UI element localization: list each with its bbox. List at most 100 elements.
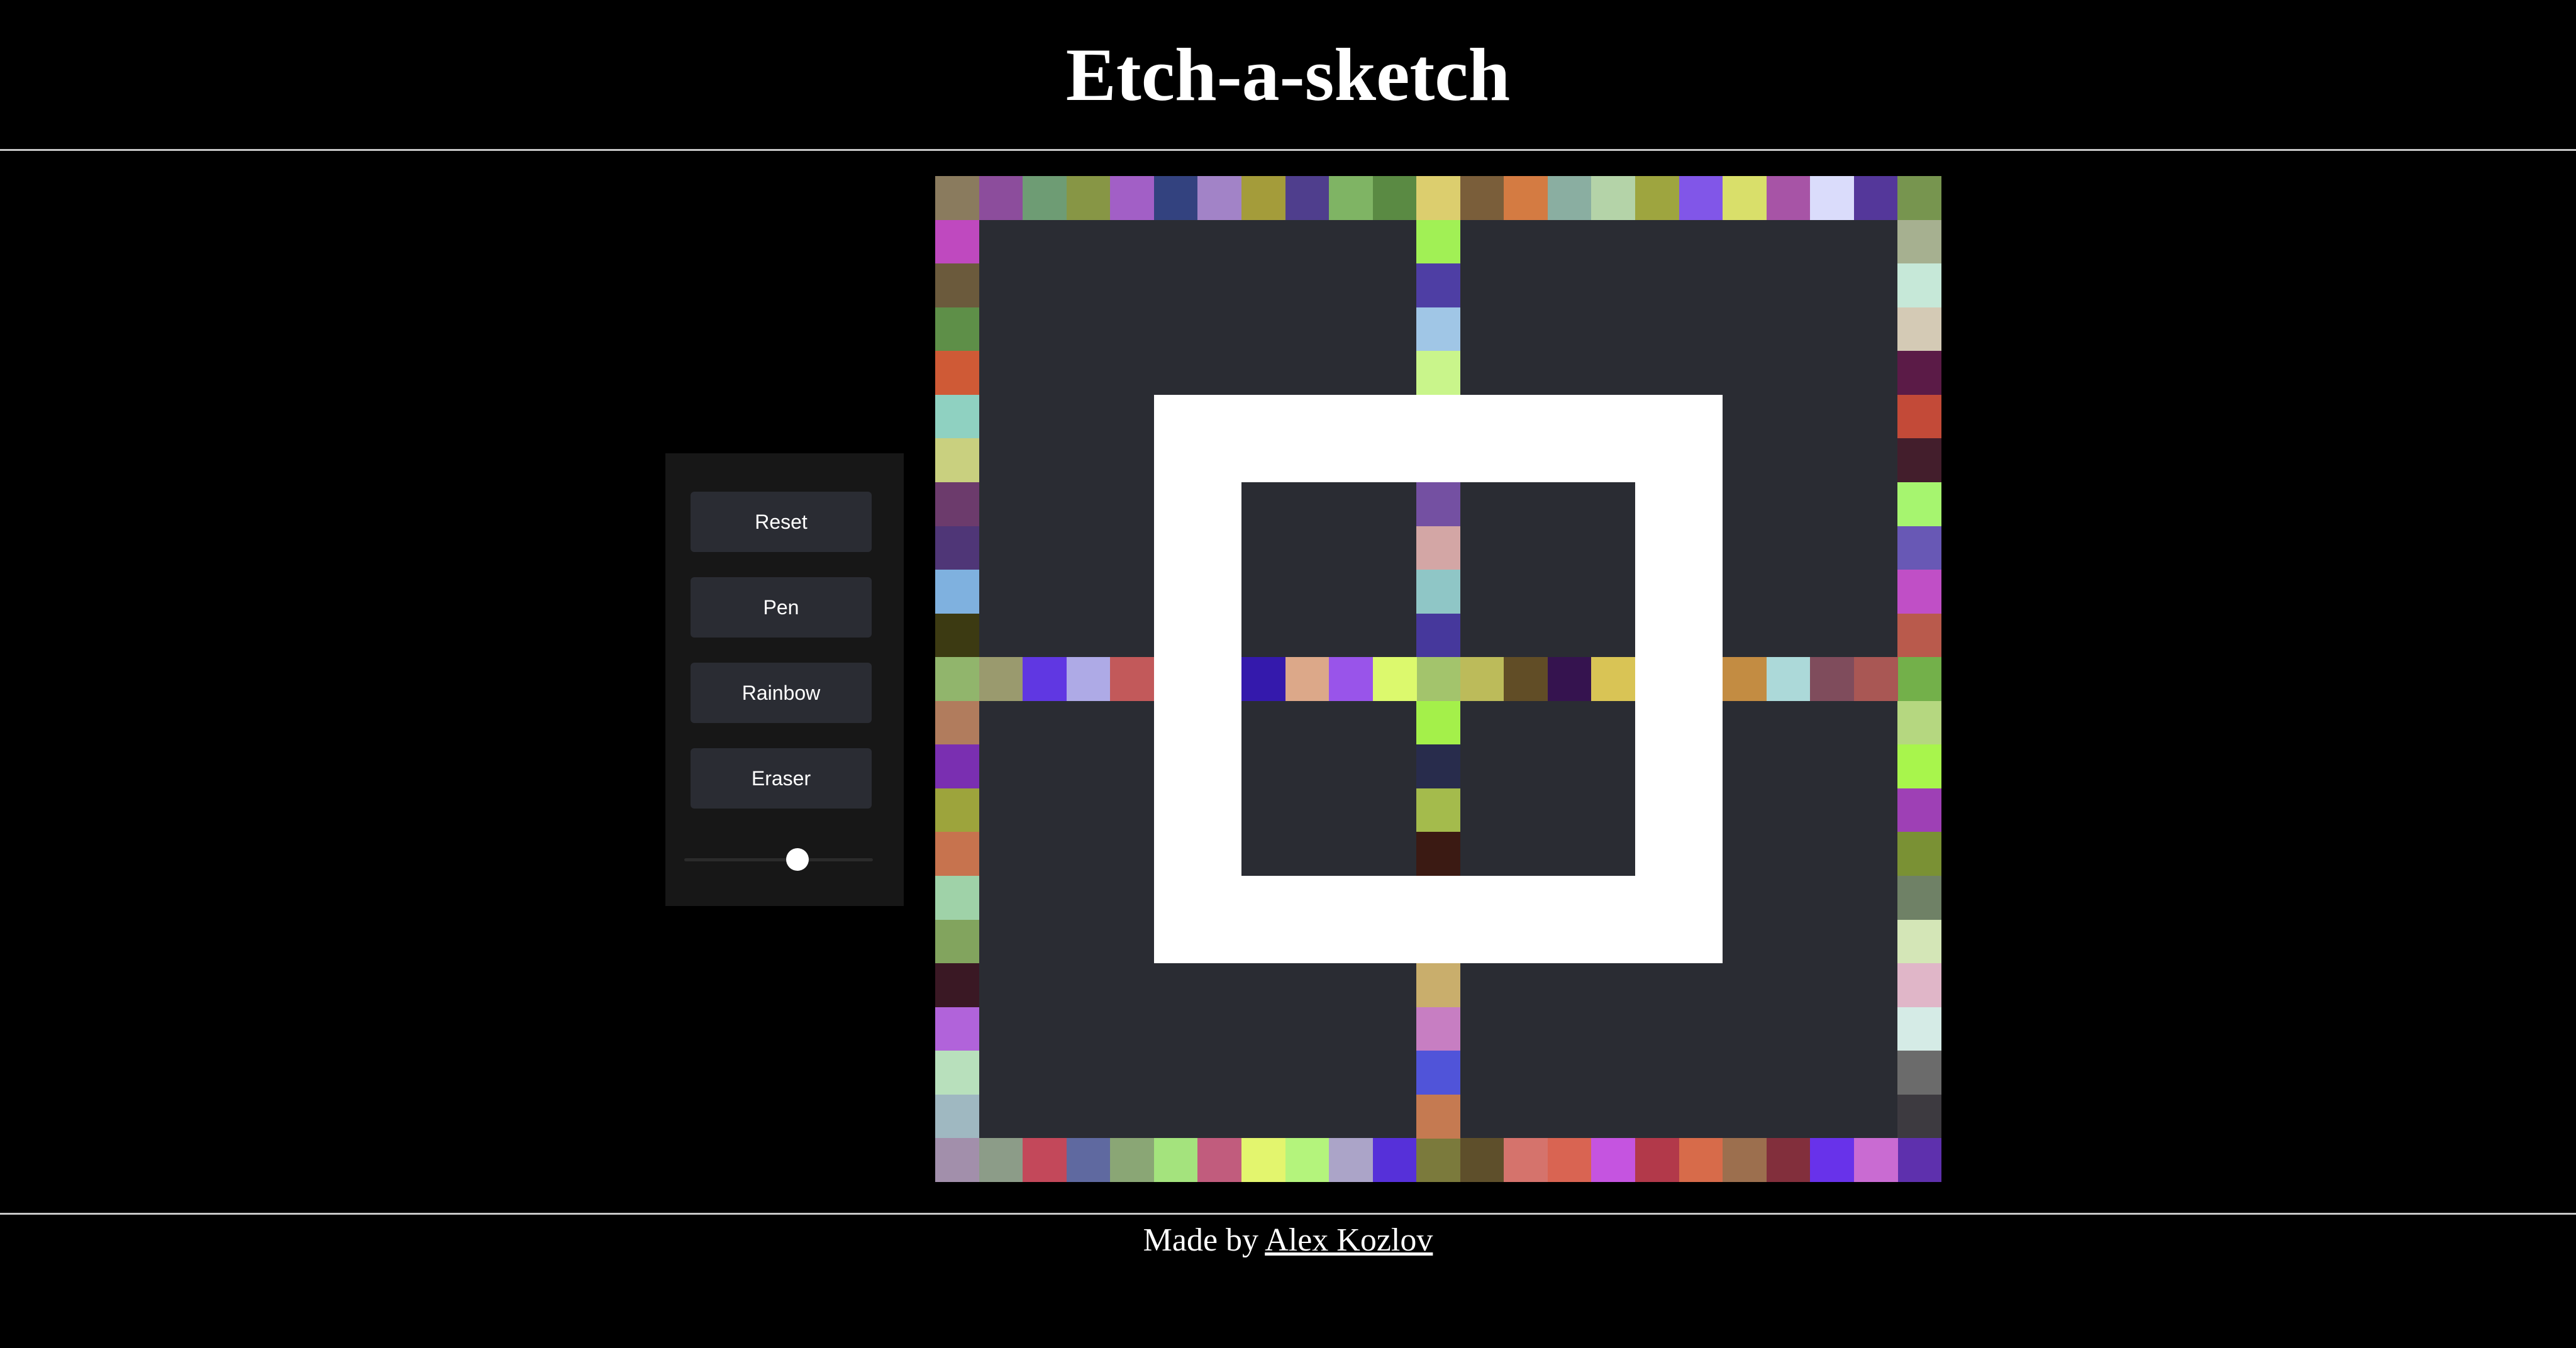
- grid-cell[interactable]: [1897, 963, 1942, 1008]
- rainbow-button[interactable]: Rainbow: [691, 663, 872, 723]
- grid-cell[interactable]: [935, 657, 979, 702]
- grid-cell[interactable]: [1241, 1138, 1285, 1183]
- grid-cell[interactable]: [1679, 176, 1723, 220]
- grid-cell[interactable]: [935, 263, 979, 308]
- eraser-button[interactable]: Eraser: [691, 748, 872, 809]
- grid-cell[interactable]: [1110, 1138, 1155, 1183]
- grid-cell[interactable]: [1329, 1138, 1374, 1183]
- grid-cell[interactable]: [1547, 176, 1592, 220]
- grid-cell[interactable]: [1285, 1138, 1330, 1183]
- grid-cell[interactable]: [1416, 351, 1461, 395]
- grid-cell[interactable]: [935, 1051, 979, 1095]
- grid-cell[interactable]: [1416, 700, 1461, 745]
- grid-cell[interactable]: [935, 744, 979, 789]
- grid-cell[interactable]: [1766, 657, 1811, 702]
- grid-cell[interactable]: [1460, 657, 1504, 702]
- grid-cell[interactable]: [1591, 176, 1636, 220]
- grid-cell[interactable]: [935, 394, 979, 439]
- grid-cell[interactable]: [1853, 1138, 1898, 1183]
- grid-cell[interactable]: [935, 963, 979, 1008]
- grid-cell[interactable]: [979, 176, 1023, 220]
- grid-cell[interactable]: [1897, 744, 1942, 789]
- grid-cell[interactable]: [1897, 176, 1942, 220]
- grid-cell[interactable]: [1153, 176, 1198, 220]
- grid-cell[interactable]: [979, 657, 1023, 702]
- grid-cell[interactable]: [1897, 876, 1942, 920]
- grid-cell[interactable]: [935, 876, 979, 920]
- grid-cell[interactable]: [1897, 351, 1942, 395]
- grid-cell[interactable]: [1066, 176, 1111, 220]
- slider-track[interactable]: [684, 858, 873, 861]
- grid-cell[interactable]: [935, 176, 979, 220]
- grid-cell[interactable]: [1372, 1138, 1417, 1183]
- grid-cell[interactable]: [1416, 963, 1461, 1008]
- grid-cell[interactable]: [1416, 657, 1461, 702]
- grid-cell[interactable]: [935, 570, 979, 614]
- slider-thumb[interactable]: [786, 848, 809, 871]
- grid-cell[interactable]: [1504, 657, 1548, 702]
- grid-cell[interactable]: [1416, 176, 1461, 220]
- grid-cell[interactable]: [1372, 657, 1417, 702]
- grid-cell[interactable]: [935, 1094, 979, 1139]
- grid-cell[interactable]: [1635, 176, 1680, 220]
- grid-cell[interactable]: [1416, 832, 1461, 876]
- sketch-grid[interactable]: [935, 176, 1942, 1183]
- grid-cell[interactable]: [1897, 1138, 1942, 1183]
- grid-cell[interactable]: [1416, 788, 1461, 832]
- grid-cell[interactable]: [1766, 176, 1811, 220]
- grid-cell[interactable]: [1416, 263, 1461, 308]
- grid-cell[interactable]: [1897, 788, 1942, 832]
- grid-cell[interactable]: [1679, 1138, 1723, 1183]
- grid-cell[interactable]: [1897, 1007, 1942, 1051]
- grid-cell[interactable]: [1897, 657, 1942, 702]
- grid-cell[interactable]: [1853, 176, 1898, 220]
- grid-cell[interactable]: [1241, 176, 1285, 220]
- grid-cell[interactable]: [1460, 176, 1504, 220]
- grid-cell[interactable]: [1897, 1094, 1942, 1139]
- grid-cell[interactable]: [1897, 570, 1942, 614]
- grid-cell[interactable]: [1591, 1138, 1636, 1183]
- grid-cell[interactable]: [935, 832, 979, 876]
- grid-cell[interactable]: [1023, 176, 1067, 220]
- grid-cell[interactable]: [1416, 1051, 1461, 1095]
- grid-cell[interactable]: [1897, 832, 1942, 876]
- grid-cell[interactable]: [979, 1138, 1023, 1183]
- grid-cell[interactable]: [1810, 1138, 1855, 1183]
- grid-cell[interactable]: [1897, 1051, 1942, 1095]
- grid-cell[interactable]: [1416, 1138, 1461, 1183]
- grid-cell[interactable]: [935, 1138, 979, 1183]
- author-link[interactable]: Alex Kozlov: [1265, 1222, 1433, 1258]
- grid-cell[interactable]: [935, 438, 979, 483]
- grid-cell[interactable]: [1723, 1138, 1767, 1183]
- grid-cell[interactable]: [1504, 1138, 1548, 1183]
- grid-cell[interactable]: [1723, 657, 1767, 702]
- grid-cell[interactable]: [1110, 176, 1155, 220]
- grid-cell[interactable]: [1897, 613, 1942, 658]
- grid-cell[interactable]: [1197, 176, 1242, 220]
- grid-cell[interactable]: [935, 482, 979, 526]
- grid-cell[interactable]: [1372, 176, 1417, 220]
- grid-cell[interactable]: [1723, 176, 1767, 220]
- grid-cell[interactable]: [1416, 526, 1461, 570]
- grid-cell[interactable]: [935, 613, 979, 658]
- grid-cell[interactable]: [1416, 570, 1461, 614]
- grid-cell[interactable]: [1504, 176, 1548, 220]
- grid-cell[interactable]: [935, 219, 979, 264]
- grid-cell[interactable]: [1897, 394, 1942, 439]
- grid-cell[interactable]: [1329, 657, 1374, 702]
- grid-cell[interactable]: [1810, 657, 1855, 702]
- grid-cell[interactable]: [1110, 657, 1155, 702]
- grid-size-slider[interactable]: [684, 847, 873, 872]
- grid-cell[interactable]: [935, 351, 979, 395]
- grid-cell[interactable]: [1416, 307, 1461, 351]
- grid-cell[interactable]: [1547, 657, 1592, 702]
- grid-cell[interactable]: [1810, 176, 1855, 220]
- grid-cell[interactable]: [1635, 1138, 1680, 1183]
- grid-cell[interactable]: [1066, 657, 1111, 702]
- grid-cell[interactable]: [1897, 219, 1942, 264]
- grid-cell[interactable]: [1241, 657, 1285, 702]
- grid-cell[interactable]: [935, 307, 979, 351]
- grid-cell[interactable]: [1416, 219, 1461, 264]
- grid-cell[interactable]: [1897, 263, 1942, 308]
- grid-cell[interactable]: [935, 526, 979, 570]
